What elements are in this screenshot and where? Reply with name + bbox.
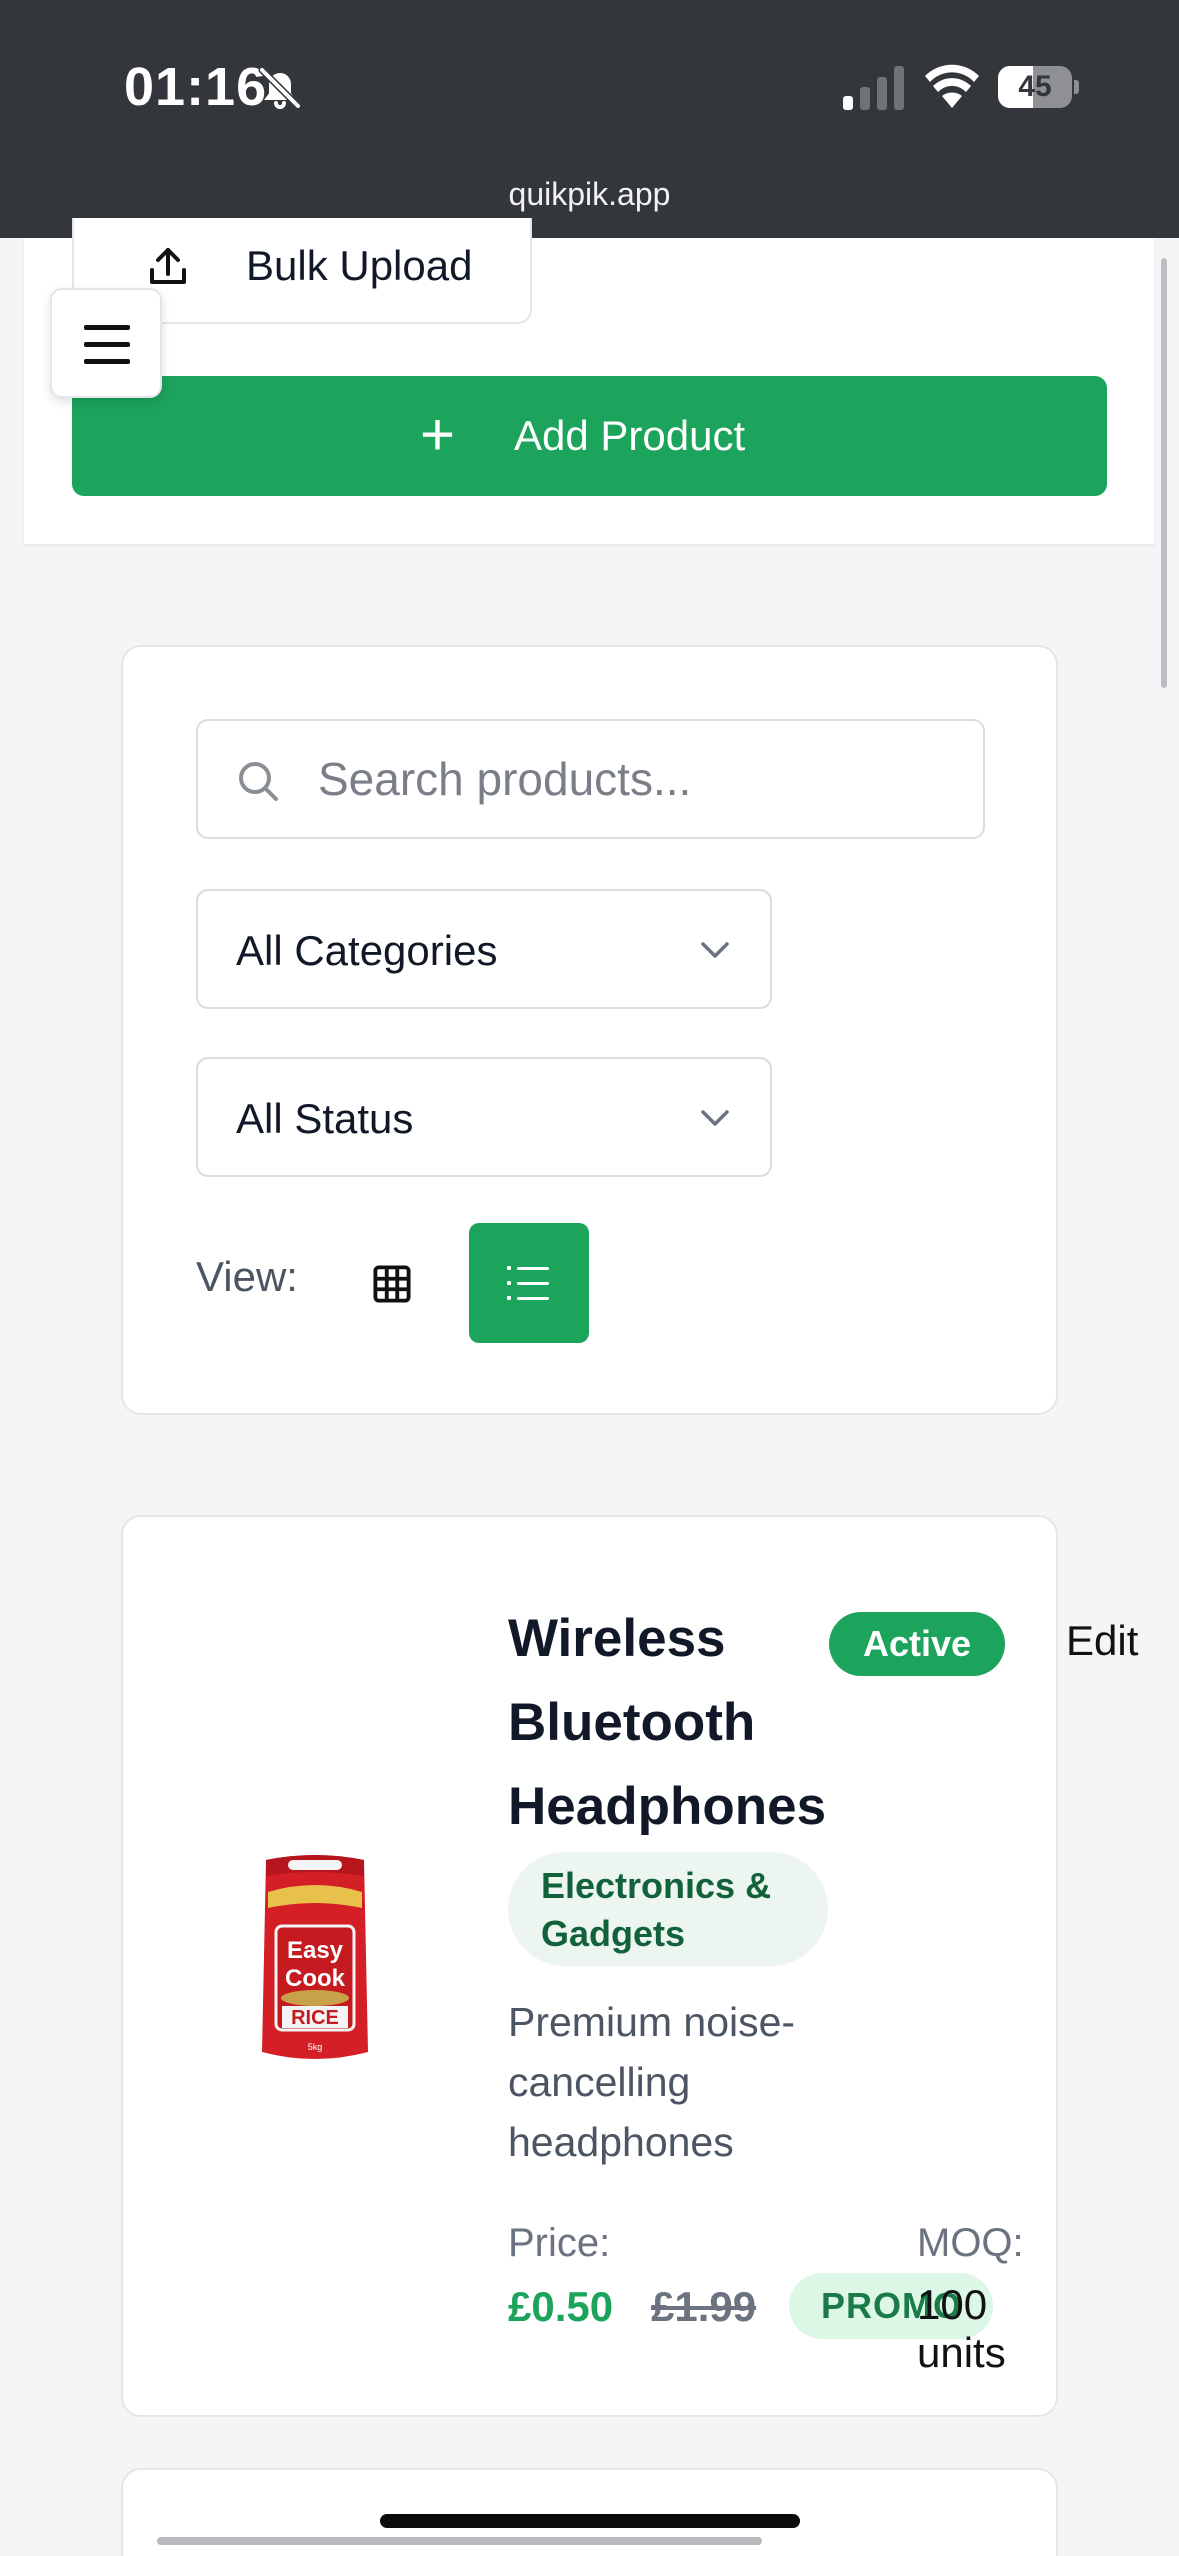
product-card[interactable]: Easy Cook RICE 5kg Wireless Bluetooth He… [121, 1515, 1138, 2417]
battery-icon: 45 [998, 66, 1079, 108]
add-product-button[interactable]: + Add Product [72, 376, 1107, 496]
category-badge: Electronics & Gadgets [508, 1852, 828, 1966]
product-image[interactable]: Easy Cook RICE 5kg [258, 1852, 372, 2072]
wifi-icon [925, 64, 979, 108]
status-select-value: All Status [236, 1095, 414, 1142]
search-icon [239, 762, 278, 801]
original-price: £1.99 [651, 2283, 757, 2330]
add-product-label: Add Product [514, 412, 746, 459]
filter-card: All Categories All Status View: [121, 645, 1058, 1415]
status-select[interactable]: All Status [196, 1057, 772, 1177]
product-description: Premium noise-cancelling headphones [508, 1999, 796, 2165]
list-icon [507, 1266, 549, 1300]
edit-button[interactable]: Edit [1066, 1617, 1138, 1665]
clock-time: 01:16 [124, 57, 268, 117]
product-name: Wireless Bluetooth Headphones [508, 1609, 827, 1836]
status-bar: 01:16 45 quikpik.app [0, 0, 1179, 238]
search-input[interactable] [318, 741, 958, 817]
signal-icon [843, 66, 904, 110]
url-bar[interactable]: quikpik.app [0, 176, 1179, 213]
chevron-down-icon [701, 942, 729, 958]
vertical-scrollbar[interactable] [1161, 258, 1167, 688]
svg-text:Easy: Easy [287, 1937, 344, 1964]
grid-view-button[interactable] [343, 1225, 443, 1341]
grid-icon [373, 1265, 411, 1303]
action-panel: Bulk Upload + Add Product [24, 218, 1154, 544]
svg-text:RICE: RICE [291, 2007, 339, 2029]
category-select[interactable]: All Categories [196, 889, 772, 1009]
moq-value: 100 units [917, 2281, 1006, 2376]
horizontal-scrollbar[interactable] [157, 2537, 762, 2545]
svg-text:Cook: Cook [285, 1965, 346, 1992]
promo-price: £0.50 [508, 2283, 614, 2330]
bulk-upload-label: Bulk Upload [246, 242, 473, 289]
moq-label: MOQ: [917, 2221, 1024, 2265]
search-box[interactable] [196, 719, 985, 839]
upload-icon [150, 248, 186, 284]
home-indicator[interactable] [380, 2514, 800, 2528]
menu-icon [84, 325, 130, 330]
category-select-value: All Categories [236, 927, 498, 974]
battery-level: 45 [1018, 70, 1052, 103]
svg-text:5kg: 5kg [308, 2042, 323, 2052]
chevron-down-icon [701, 1110, 729, 1126]
price-label: Price: [508, 2221, 611, 2265]
status-badge: Active [829, 1612, 1005, 1676]
bell-slash-icon [258, 66, 302, 110]
hamburger-menu-button[interactable] [50, 288, 162, 398]
list-view-button[interactable] [469, 1223, 589, 1343]
view-label: View: [196, 1253, 298, 1300]
plus-icon: + [420, 401, 456, 468]
